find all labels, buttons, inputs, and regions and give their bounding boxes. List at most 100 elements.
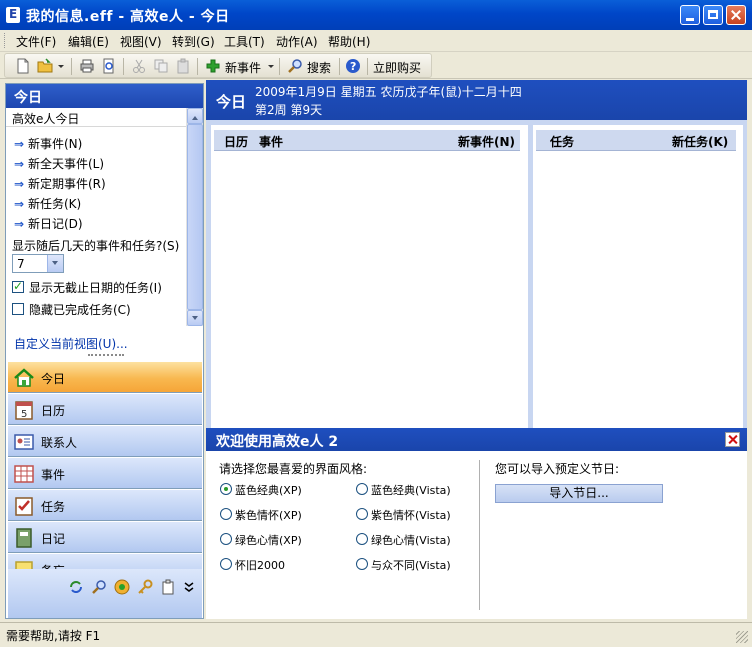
print-preview-icon[interactable] <box>101 58 117 74</box>
status-text: 需要帮助,请按 F1 <box>6 629 101 643</box>
help-icon[interactable]: ? <box>345 58 361 74</box>
globe-icon[interactable] <box>114 579 130 595</box>
theme-radio-classic-2000[interactable] <box>220 558 232 570</box>
new-event-button[interactable]: 新事件 <box>225 59 261 76</box>
paste-icon[interactable] <box>175 58 191 74</box>
menu-help[interactable]: 帮助(H) <box>328 33 370 50</box>
maximize-button[interactable] <box>703 5 723 25</box>
calendar-events-column: 日历 事件 新事件(N) <box>211 125 528 428</box>
action-label: 新定期事件(R) <box>28 177 106 191</box>
open-folder-icon[interactable] <box>37 58 53 74</box>
customize-view-link[interactable]: 自定义当前视图(U)... <box>14 335 128 352</box>
show-days-label: 显示随后几天的事件和任务?(S) <box>12 239 180 253</box>
close-window-button[interactable] <box>726 5 746 25</box>
nav-calendar[interactable]: 5 日历 <box>8 393 202 425</box>
tasks-header: 任务 新任务(K) <box>536 130 736 151</box>
scroll-down-button[interactable] <box>187 310 203 326</box>
diary-book-icon <box>16 528 32 548</box>
new-file-icon[interactable] <box>15 58 31 74</box>
app-window: 我的信息.eff - 高效e人 - 今日 文件(F) 编辑(E) 视图(V) 转… <box>0 0 752 647</box>
menu-edit[interactable]: 编辑(E) <box>68 33 109 50</box>
theme-radio-purple-xp[interactable] <box>220 508 232 520</box>
import-holidays-button[interactable]: 导入节日... <box>495 484 663 503</box>
search-icon[interactable] <box>287 58 303 74</box>
theme-radio-green-vista[interactable] <box>356 533 368 545</box>
clipboard-icon[interactable] <box>160 579 176 595</box>
key-icon[interactable] <box>137 579 153 595</box>
left-panel-title: 今日 <box>14 90 42 106</box>
nav-tasks[interactable]: 任务 <box>8 489 202 521</box>
hide-completed-checkbox[interactable] <box>12 303 24 315</box>
scroll-thumb[interactable] <box>187 124 203 310</box>
action-new-diary[interactable]: ⇒ 新日记(D) <box>14 215 83 233</box>
theme-label: 绿色心情(Vista) <box>371 534 451 547</box>
panel-splitter[interactable] <box>88 354 124 360</box>
copy-icon[interactable] <box>153 58 169 74</box>
nav-today[interactable]: 今日 <box>8 361 202 393</box>
toolbar-separator <box>123 58 124 75</box>
welcome-panel: 欢迎使用高效e人 2 请选择您最喜爱的界面风格: 蓝色经典(XP) 紫色情怀(X… <box>206 428 747 619</box>
theme-radio-blue-xp[interactable] <box>220 483 232 495</box>
tasks-checklist-icon <box>15 497 33 516</box>
new-event-dropdown-icon[interactable] <box>267 58 275 74</box>
configure-buttons-icon[interactable] <box>184 579 194 595</box>
menu-goto[interactable]: 转到(G) <box>172 33 215 50</box>
calendar-column-title: 日历 <box>224 135 249 149</box>
nav-diary[interactable]: 日记 <box>8 521 202 553</box>
theme-label: 紫色情怀(Vista) <box>371 509 451 522</box>
show-undated-label: 显示无截止日期的任务(I) <box>29 281 162 295</box>
nav-contacts[interactable]: 联系人 <box>8 425 202 457</box>
find-icon[interactable] <box>91 579 107 595</box>
close-icon[interactable] <box>725 432 740 447</box>
theme-radio-blue-vista[interactable] <box>356 483 368 495</box>
menu-action[interactable]: 动作(A) <box>276 33 318 50</box>
print-icon[interactable] <box>79 58 95 74</box>
left-panel-header: 今日 <box>6 84 203 108</box>
new-task-link[interactable]: 新任务(K) <box>672 133 728 150</box>
theme-radio-green-xp[interactable] <box>220 533 232 545</box>
events-grid-icon <box>14 465 34 483</box>
action-new-event[interactable]: ⇒ 新事件(N) <box>14 135 82 153</box>
holiday-prompt: 您可以导入预定义节日: <box>495 462 620 476</box>
theme-radio-unique-vista[interactable] <box>356 558 368 570</box>
new-plus-icon[interactable] <box>205 58 221 74</box>
left-panel-scrollbar[interactable] <box>186 108 203 326</box>
new-event-link[interactable]: 新事件(N) <box>458 133 515 150</box>
toolbar-strip: 新事件 搜索 ? 立即购买 <box>4 53 432 78</box>
toolbar-separator <box>339 58 340 75</box>
nav-events[interactable]: 事件 <box>8 457 202 489</box>
nav-events-label: 事件 <box>41 468 66 482</box>
resize-grip-icon[interactable] <box>736 631 748 643</box>
menu-bar: 文件(F) 编辑(E) 视图(V) 转到(G) 工具(T) 动作(A) 帮助(H… <box>0 30 752 52</box>
buy-now-button[interactable]: 立即购买 <box>373 59 421 76</box>
nav-today-label: 今日 <box>41 372 66 386</box>
action-new-allday-event[interactable]: ⇒ 新全天事件(L) <box>14 155 104 173</box>
home-icon <box>14 368 34 387</box>
toolbar-separator <box>367 58 368 75</box>
scroll-up-button[interactable] <box>187 108 203 124</box>
menu-tools[interactable]: 工具(T) <box>224 33 265 50</box>
nav-calendar-label: 日历 <box>41 404 66 418</box>
menu-view[interactable]: 视图(V) <box>120 33 162 50</box>
days-combobox[interactable]: 7 <box>12 254 64 273</box>
theme-radio-purple-vista[interactable] <box>356 508 368 520</box>
action-new-recurring-event[interactable]: ⇒ 新定期事件(R) <box>14 175 106 193</box>
sync-icon[interactable] <box>68 579 84 595</box>
minimize-button[interactable] <box>680 5 700 25</box>
theme-label: 绿色心情(XP) <box>235 534 302 547</box>
action-new-task[interactable]: ⇒ 新任务(K) <box>14 195 81 213</box>
chevron-down-icon[interactable] <box>47 255 63 272</box>
search-button[interactable]: 搜索 <box>307 59 331 76</box>
nav-shortcut-strip <box>8 569 202 618</box>
calendar-events-header: 日历 事件 新事件(N) <box>214 130 520 151</box>
cut-icon[interactable] <box>131 58 147 74</box>
today-title: 今日 <box>216 93 247 111</box>
show-undated-checkbox[interactable] <box>12 279 24 293</box>
menu-file[interactable]: 文件(F) <box>16 33 56 50</box>
left-panel-subtitle: 高效e人今日 <box>12 112 80 126</box>
toolbar-separator <box>279 58 280 75</box>
welcome-header: 欢迎使用高效e人 2 <box>206 428 747 451</box>
open-dropdown-icon[interactable] <box>57 58 65 74</box>
theme-label: 与众不同(Vista) <box>371 559 451 572</box>
theme-prompt: 请选择您最喜爱的界面风格: <box>219 462 368 476</box>
